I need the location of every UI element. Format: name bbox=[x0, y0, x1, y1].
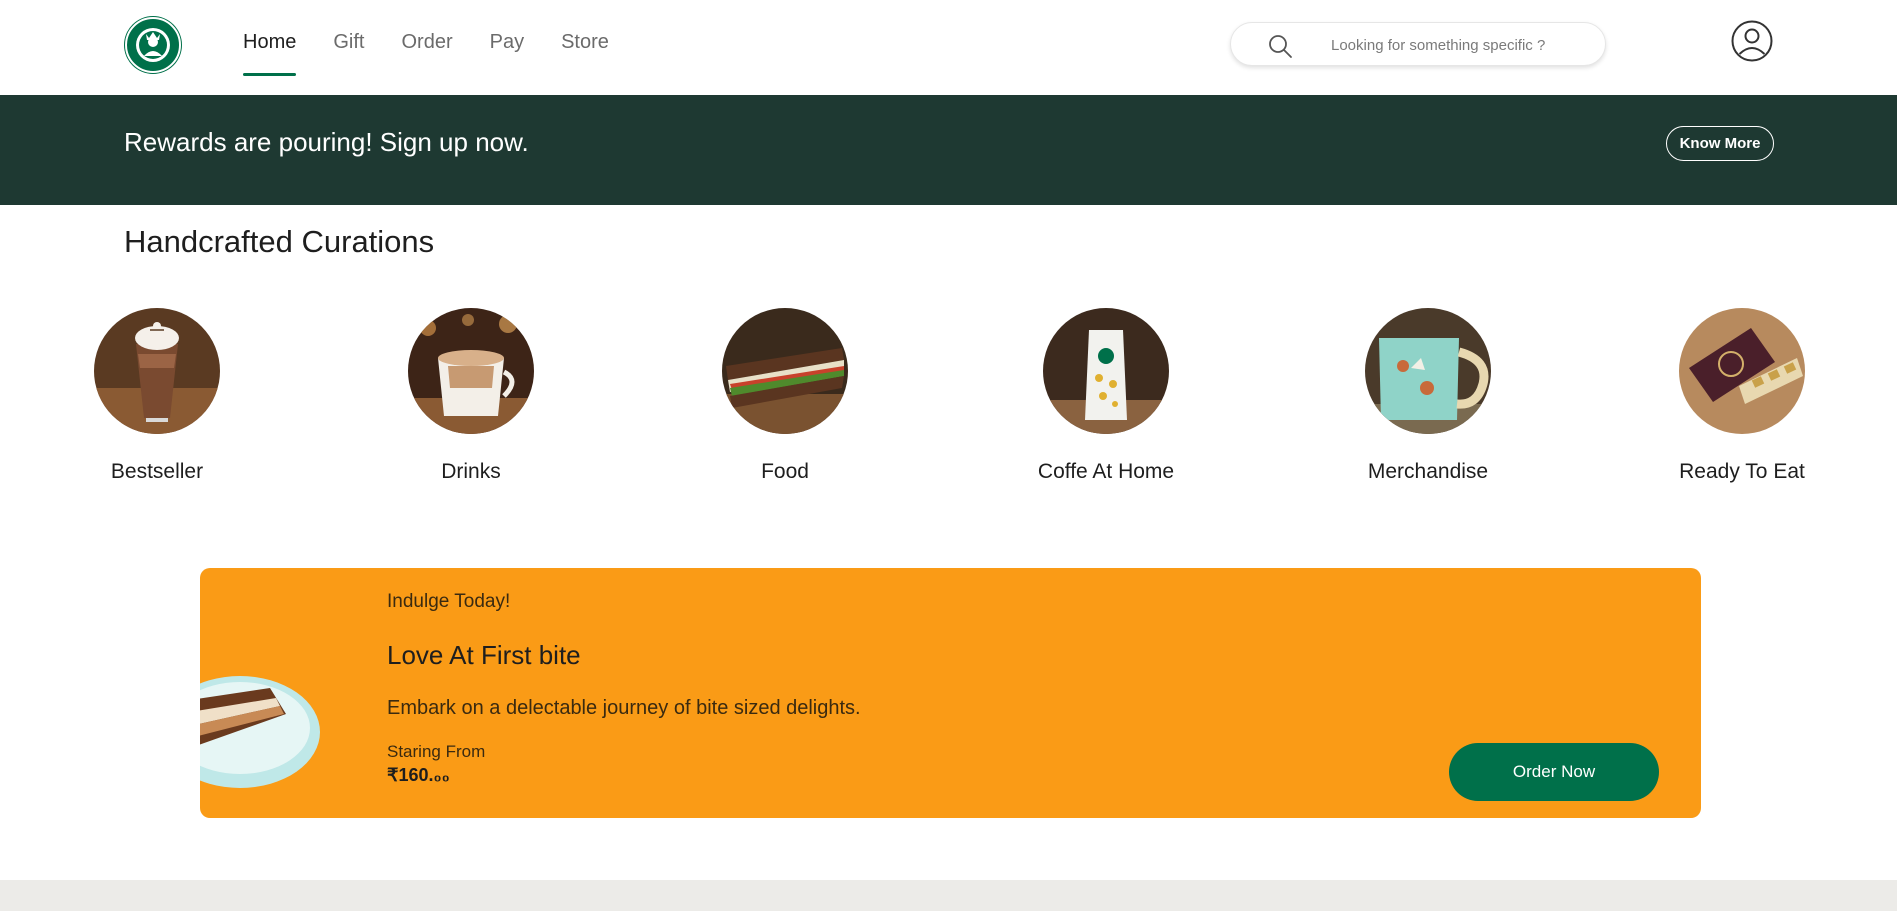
nav-gift[interactable]: Gift bbox=[333, 0, 364, 78]
user-icon[interactable] bbox=[1731, 20, 1773, 62]
promo-card: Indulge Today! Love At First bite Embark… bbox=[200, 568, 1701, 818]
curation-food[interactable]: Food bbox=[685, 308, 885, 484]
main-nav: Home Gift Order Pay Store bbox=[243, 0, 646, 95]
starting-from-label: Staring From bbox=[387, 742, 486, 761]
nav-order[interactable]: Order bbox=[401, 0, 452, 78]
promo-eyebrow: Indulge Today! bbox=[387, 591, 511, 612]
know-more-button[interactable]: Know More bbox=[1666, 126, 1774, 161]
search-bar[interactable] bbox=[1230, 22, 1606, 66]
cake-image bbox=[200, 676, 320, 788]
curation-ready-to-eat[interactable]: Ready To Eat bbox=[1642, 308, 1842, 484]
curation-label: Food bbox=[761, 460, 809, 483]
bestseller-image bbox=[94, 308, 220, 434]
rewards-banner: Rewards are pouring! Sign up now. Know M… bbox=[0, 95, 1897, 205]
curation-label: Bestseller bbox=[110, 460, 204, 483]
top-header: Home Gift Order Pay Store bbox=[0, 0, 1897, 95]
curation-drinks[interactable]: Drinks bbox=[371, 308, 571, 484]
curation-coffee-at-home[interactable]: Coffe At Home bbox=[1006, 308, 1206, 484]
search-input[interactable] bbox=[1331, 33, 1581, 57]
rewards-text: Rewards are pouring! Sign up now. bbox=[124, 127, 529, 157]
order-now-button[interactable]: Order Now bbox=[1449, 743, 1659, 801]
nav-pay[interactable]: Pay bbox=[490, 0, 524, 78]
drinks-image bbox=[408, 308, 534, 434]
merchandise-image bbox=[1365, 308, 1491, 434]
curation-label: Drinks bbox=[441, 460, 501, 483]
curation-bestseller[interactable]: Bestseller bbox=[57, 308, 257, 484]
search-icon[interactable] bbox=[1267, 33, 1293, 59]
starbucks-logo[interactable] bbox=[124, 16, 182, 74]
nav-home[interactable]: Home bbox=[243, 0, 297, 78]
curation-label: Ready To Eat bbox=[1679, 460, 1805, 483]
curation-merchandise[interactable]: Merchandise bbox=[1328, 308, 1528, 484]
footer-strip bbox=[0, 880, 1897, 911]
coffee-at-home-image bbox=[1043, 308, 1169, 434]
promo-price: ₹160.₀₀ bbox=[387, 765, 450, 785]
promo-title: Love At First bite bbox=[387, 640, 581, 670]
curation-label: Coffe At Home bbox=[1037, 460, 1175, 483]
nav-store[interactable]: Store bbox=[561, 0, 609, 78]
food-image bbox=[722, 308, 848, 434]
ready-to-eat-image bbox=[1679, 308, 1805, 434]
promo-description: Embark on a delectable journey of bite s… bbox=[387, 697, 861, 719]
section-title: Handcrafted Curations bbox=[124, 224, 435, 259]
curation-label: Merchandise bbox=[1367, 460, 1489, 483]
